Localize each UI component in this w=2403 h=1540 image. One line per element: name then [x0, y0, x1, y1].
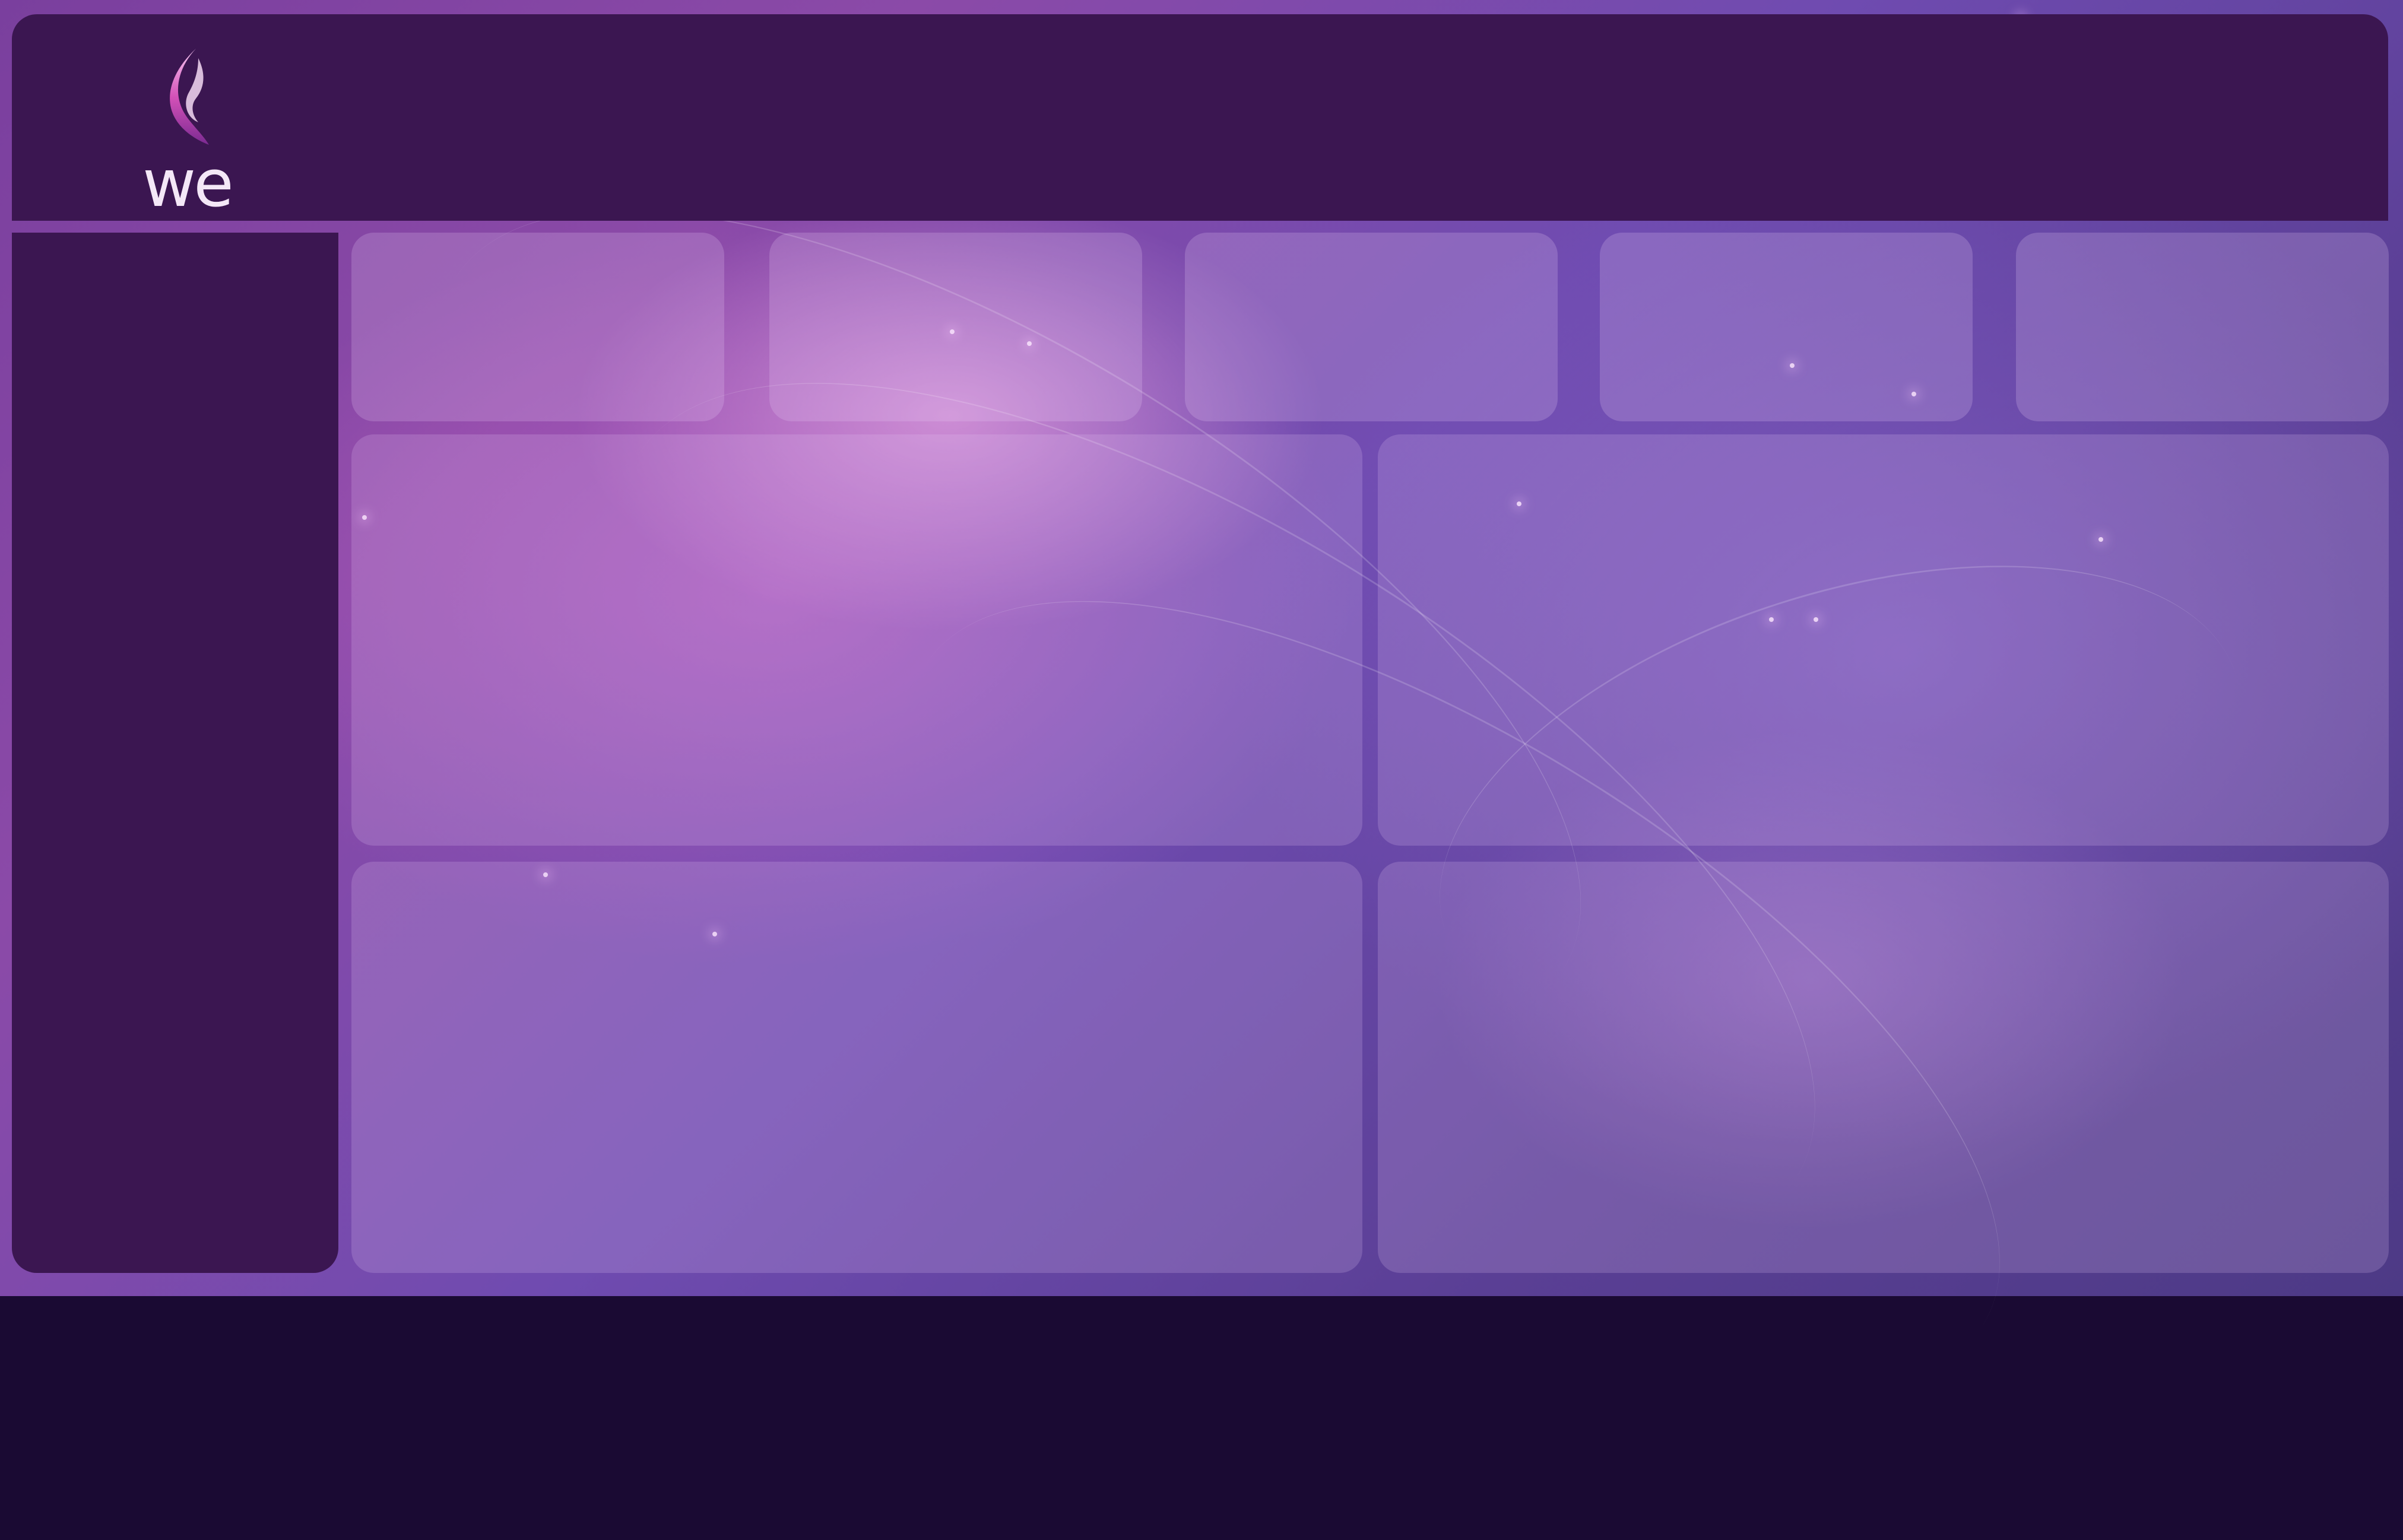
summary-card-1[interactable]	[351, 233, 724, 421]
top-header: we	[12, 14, 2388, 221]
widget-panel-top-left[interactable]	[351, 434, 1362, 846]
we-flame-logo-icon	[170, 49, 209, 145]
widget-panel-top-right[interactable]	[1378, 434, 2389, 846]
summary-card-4[interactable]	[1600, 233, 1973, 421]
logo-wordmark: we	[142, 145, 234, 221]
widget-panel-bottom-left[interactable]	[351, 862, 1362, 1273]
sidebar-panel	[12, 233, 338, 1273]
brand-logo[interactable]: we	[137, 44, 237, 216]
summary-card-2[interactable]	[769, 233, 1142, 421]
summary-card-3[interactable]	[1185, 233, 1558, 421]
summary-card-5[interactable]	[2016, 233, 2389, 421]
widget-panel-bottom-right[interactable]	[1378, 862, 2389, 1273]
